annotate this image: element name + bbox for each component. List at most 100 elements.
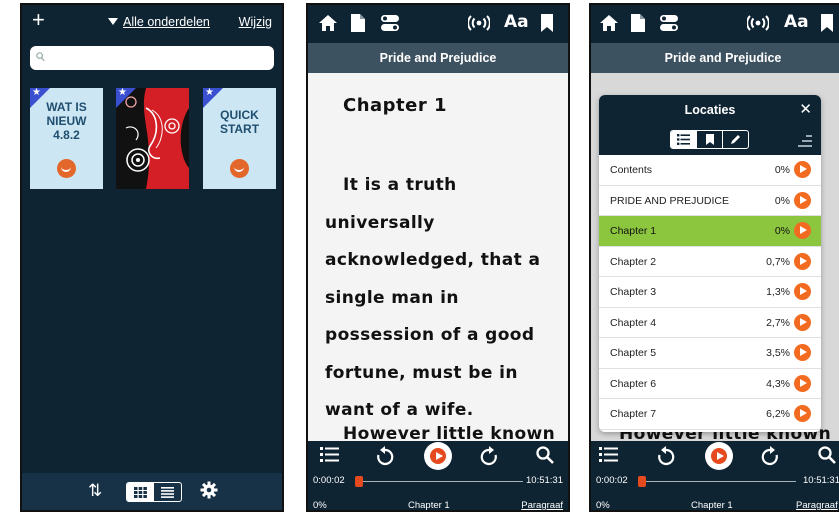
- reading-pane[interactable]: Chapter 1 It is a truth universally ackn…: [308, 73, 568, 441]
- tab-notes-pencil-icon[interactable]: [722, 131, 748, 148]
- star-icon: ★: [32, 87, 41, 98]
- tab-contents-list-icon[interactable]: [671, 131, 696, 148]
- home-icon[interactable]: [599, 14, 619, 37]
- filter-label: Alle onderdelen: [123, 15, 210, 29]
- library-toolbar: ⇅: [22, 473, 282, 510]
- reader-toolbar: Aa: [308, 5, 568, 43]
- progress-track[interactable]: [355, 481, 523, 482]
- location-percent: 0%: [774, 194, 790, 207]
- location-row[interactable]: Chapter 7 6,2%: [599, 399, 821, 430]
- location-percent: 2,7%: [766, 316, 790, 329]
- toggle-settings-icon[interactable]: [380, 14, 400, 37]
- search-icon: [36, 52, 45, 62]
- progress-knob[interactable]: [638, 476, 647, 487]
- close-icon[interactable]: ✕: [799, 100, 812, 118]
- location-name: Chapter 6: [610, 377, 657, 390]
- play-button[interactable]: [705, 442, 733, 470]
- remaining-time: 10:51:31: [526, 475, 563, 486]
- elapsed-time: 0:00:02: [596, 475, 628, 486]
- location-row[interactable]: Contents 0%: [599, 155, 821, 186]
- view-toggle[interactable]: [126, 482, 182, 502]
- search-icon[interactable]: [536, 446, 554, 469]
- play-location-icon[interactable]: [794, 344, 811, 361]
- reader-toolbar: Aa: [591, 5, 839, 43]
- star-icon: ★: [205, 87, 214, 98]
- location-percent: 6,2%: [766, 408, 790, 420]
- search-bar[interactable]: [30, 46, 274, 70]
- location-row[interactable]: Chapter 1 0%: [599, 216, 821, 247]
- playback-controls: 0:00:02 10:51:31 0% Chapter 1 Paragraaf: [591, 441, 839, 511]
- filter-dropdown[interactable]: Alle onderdelen: [108, 15, 210, 29]
- font-size-button[interactable]: Aa: [784, 12, 809, 32]
- book-tile-whats-new[interactable]: WAT IS NIEUW 4.8.2 ★: [30, 87, 103, 189]
- location-row[interactable]: Chapter 5 3,5%: [599, 338, 821, 369]
- book-title-line: QUICK: [220, 108, 259, 122]
- locations-dialog: Locaties ✕ Contents 0% PRIDE AND PREJUDICE…: [599, 95, 821, 432]
- remaining-time: 10:51:31: [803, 475, 839, 486]
- next-paragraph-peek: However little known: [343, 424, 556, 441]
- book-title-bar: Pride and Prejudice: [591, 43, 839, 73]
- play-location-icon[interactable]: [794, 405, 811, 422]
- play-location-icon[interactable]: [794, 222, 811, 239]
- paragraph-link[interactable]: Paragraaf: [521, 500, 563, 510]
- search-input[interactable]: [50, 49, 268, 67]
- play-location-icon[interactable]: [794, 374, 811, 392]
- location-name: Chapter 2: [610, 255, 657, 268]
- home-icon[interactable]: [318, 14, 338, 37]
- book-title-line: NIEUW: [46, 114, 87, 128]
- locations-screen: Aa Pride and Prejudice However little kn…: [589, 3, 839, 512]
- progress-track[interactable]: [638, 481, 796, 482]
- broadcast-icon[interactable]: [746, 14, 770, 37]
- play-location-icon[interactable]: [794, 191, 811, 209]
- reader-screen: Aa Pride and Prejudice Chapter 1 It is a…: [306, 3, 570, 512]
- book-tile-pride-and-prejudice[interactable]: ★: [116, 88, 189, 189]
- toggle-settings-icon[interactable]: [659, 14, 679, 37]
- forward-icon[interactable]: [761, 446, 779, 471]
- play-location-icon[interactable]: [794, 161, 811, 178]
- font-size-button[interactable]: Aa: [504, 12, 529, 32]
- grid-view-icon[interactable]: [127, 483, 154, 501]
- play-location-icon[interactable]: [794, 313, 811, 331]
- list-view-icon[interactable]: [154, 483, 181, 501]
- document-icon[interactable]: [631, 14, 645, 37]
- play-button[interactable]: [424, 442, 452, 470]
- broadcast-icon[interactable]: [467, 14, 491, 37]
- gear-icon[interactable]: [200, 481, 218, 504]
- publisher-logo-icon: [57, 159, 76, 178]
- location-percent: 1,3%: [766, 286, 790, 298]
- location-row[interactable]: Chapter 6 4,3%: [599, 369, 821, 399]
- edit-link[interactable]: Wijzig: [239, 15, 272, 29]
- play-location-icon[interactable]: [794, 252, 811, 270]
- book-tile-quick-start[interactable]: QUICK START ★: [203, 87, 276, 189]
- book-title: QUICK START: [203, 108, 276, 136]
- sort-icon[interactable]: ⇅: [88, 481, 102, 501]
- rewind-icon[interactable]: [657, 446, 675, 471]
- sort-lines-icon[interactable]: [798, 134, 812, 152]
- forward-icon[interactable]: [480, 446, 498, 471]
- list-icon[interactable]: [320, 447, 339, 467]
- location-percent: 0,7%: [766, 255, 790, 268]
- book-title-line: START: [219, 122, 260, 136]
- bookmark-icon[interactable]: [821, 14, 833, 37]
- bookmark-icon[interactable]: [541, 14, 553, 37]
- list-icon[interactable]: [599, 447, 618, 467]
- location-percent: 0%: [774, 164, 790, 176]
- add-icon[interactable]: +: [32, 9, 45, 31]
- book-title-line: 4.8.2: [53, 128, 80, 142]
- library-header: + Alle onderdelen Wijzig: [22, 5, 282, 43]
- location-row[interactable]: Chapter 2 0,7%: [599, 247, 821, 277]
- play-location-icon[interactable]: [794, 283, 811, 300]
- progress-knob[interactable]: [355, 476, 364, 487]
- paragraph-link[interactable]: Paragraaf: [796, 500, 838, 510]
- paragraph-text: It is a truth universally acknowledged, …: [325, 175, 541, 420]
- location-row[interactable]: Chapter 3 1,3%: [599, 277, 821, 308]
- location-row[interactable]: PRIDE AND PREJUDICE 0%: [599, 186, 821, 216]
- locations-list: Contents 0% PRIDE AND PREJUDICE 0% Chapter 1…: [599, 155, 821, 430]
- location-row[interactable]: Chapter 4 2,7%: [599, 308, 821, 338]
- tab-bookmarks-icon[interactable]: [696, 131, 722, 148]
- rewind-icon[interactable]: [376, 446, 394, 471]
- current-chapter: Chapter 1: [691, 500, 733, 511]
- document-icon[interactable]: [351, 14, 365, 37]
- search-icon[interactable]: [818, 446, 836, 469]
- location-name: Chapter 4: [610, 316, 657, 329]
